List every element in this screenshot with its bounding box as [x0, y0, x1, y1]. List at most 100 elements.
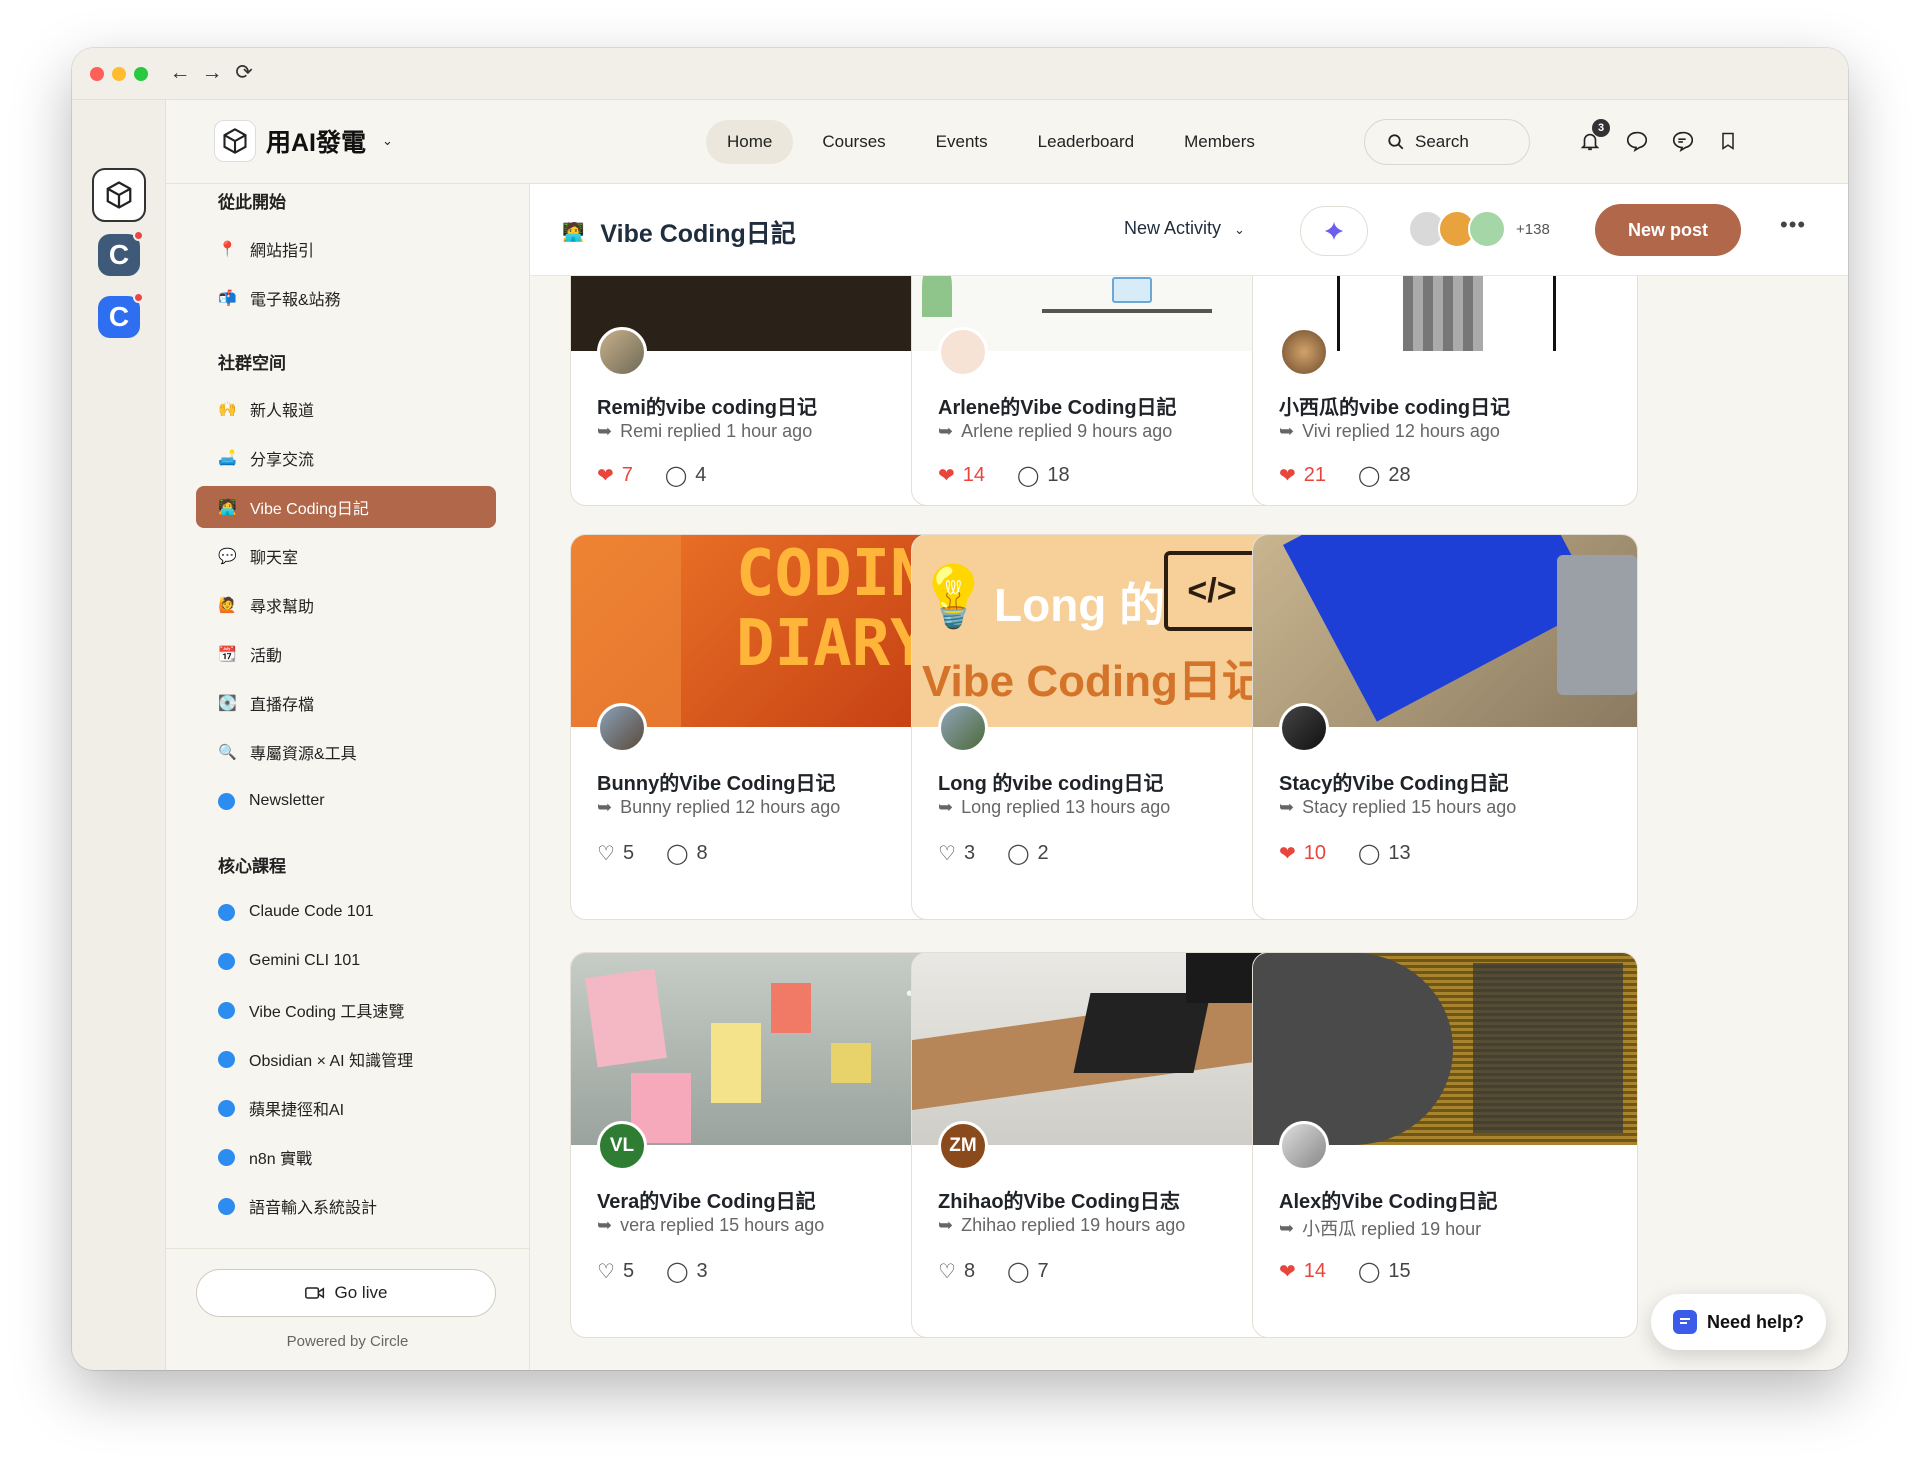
post-card[interactable]: 💡 </> Long 的 Vibe Coding日记 Long 的vibe co… — [911, 534, 1297, 920]
community-switcher-c2[interactable]: C — [92, 290, 146, 344]
sidebar-item-resources[interactable]: 🔍 專屬資源&工具 — [196, 731, 496, 773]
notifications-button[interactable]: 3 — [1576, 119, 1610, 155]
comment-icon[interactable]: ◯ — [1358, 463, 1380, 488]
new-post-button[interactable]: New post — [1595, 204, 1741, 256]
heart-outline-icon[interactable]: ♡ — [597, 1259, 615, 1284]
post-title[interactable]: Alex的Vibe Coding日記 — [1279, 1185, 1498, 1214]
member-avatars[interactable]: +138 — [1408, 210, 1550, 248]
sidebar-item-live-archive[interactable]: 💽 直播存檔 — [196, 682, 496, 724]
sidebar-item-vibe-tools[interactable]: Vibe Coding 工具速覽 — [196, 989, 496, 1031]
sidebar-item-events[interactable]: 📆 活動 — [196, 633, 496, 675]
comment-icon[interactable]: ◯ — [1007, 1259, 1029, 1284]
sidebar-item-gemini-cli[interactable]: Gemini CLI 101 — [196, 940, 496, 982]
heart-outline-icon[interactable]: ♡ — [938, 841, 956, 866]
post-title[interactable]: Zhihao的Vibe Coding日志 — [938, 1185, 1180, 1214]
sidebar-item-shortcuts[interactable]: 蘋果捷徑和AI — [196, 1087, 496, 1129]
nav-leaderboard[interactable]: Leaderboard — [1017, 120, 1155, 164]
sidebar-item-n8n[interactable]: n8n 實戰 — [196, 1136, 496, 1178]
need-help-button[interactable]: Need help? — [1651, 1294, 1826, 1350]
brand-switcher[interactable]: 用AI發電 ⌄ — [214, 120, 393, 162]
post-title[interactable]: Long 的vibe coding日记 — [938, 767, 1164, 796]
sidebar-item-newsletter[interactable]: Newsletter — [196, 780, 496, 822]
post-title[interactable]: Bunny的Vibe Coding日记 — [597, 767, 836, 796]
go-live-button[interactable]: Go live — [196, 1269, 496, 1317]
ai-sparkle-button[interactable] — [1300, 206, 1368, 256]
space-title-text: Vibe Coding日記 — [600, 220, 796, 248]
post-card[interactable]: CODIN DIARY Bunny的Vibe Coding日记 ➥ Bunny re… — [570, 534, 956, 920]
author-avatar[interactable] — [597, 327, 647, 377]
sidebar-item-site-guide[interactable]: 📍 網站指引 — [196, 228, 496, 270]
sort-dropdown[interactable]: New Activity ⌄ — [1124, 218, 1245, 239]
post-card[interactable]: Remi的vibe coding日记 ➥ Remi replied 1 hour … — [570, 276, 956, 506]
comment-icon[interactable]: ◯ — [666, 1259, 688, 1284]
post-card[interactable]: Stacy的Vibe Coding日記 ➥ Stacy replied 15 ho… — [1252, 534, 1638, 920]
author-avatar[interactable]: VL — [597, 1121, 647, 1171]
minimize-window-button[interactable] — [112, 67, 126, 81]
author-avatar[interactable] — [938, 327, 988, 377]
chat-button[interactable] — [1622, 127, 1650, 155]
heart-filled-icon[interactable]: ❤ — [1279, 463, 1296, 488]
comment-icon[interactable]: ◯ — [1358, 1259, 1380, 1284]
post-title[interactable]: Stacy的Vibe Coding日記 — [1279, 767, 1509, 796]
author-avatar[interactable] — [1279, 1121, 1329, 1171]
sidebar-item-claude-code[interactable]: Claude Code 101 — [196, 891, 496, 933]
post-card[interactable]: Alex的Vibe Coding日記 ➥ 小西瓜 replied 19 hour … — [1252, 952, 1638, 1338]
post-card[interactable]: 小西瓜的vibe coding日记 ➥ Vivi replied 12 hours… — [1252, 276, 1638, 506]
sidebar-item-chatroom[interactable]: 💬 聊天室 — [196, 535, 496, 577]
powered-by[interactable]: Powered by Circle — [166, 1333, 529, 1350]
post-card[interactable]: ZM Zhihao的Vibe Coding日志 ➥ Zhihao replied … — [911, 952, 1297, 1338]
comment-icon[interactable]: ◯ — [1358, 841, 1380, 866]
community-switcher-active[interactable] — [92, 168, 146, 222]
post-title[interactable]: Remi的vibe coding日记 — [597, 391, 817, 420]
reload-icon[interactable]: ⟳ — [232, 61, 256, 85]
post-title[interactable]: 小西瓜的vibe coding日记 — [1279, 391, 1510, 420]
author-avatar[interactable] — [938, 703, 988, 753]
sidebar-item-voice-input[interactable]: 語音輸入系統設計 — [196, 1185, 496, 1227]
comment-icon[interactable]: ◯ — [1017, 463, 1039, 488]
messages-button[interactable] — [1668, 127, 1696, 155]
nav-home[interactable]: Home — [706, 120, 794, 164]
post-card[interactable]: ••• VL Vera的Vibe Coding日記 ➥ vera replied … — [570, 952, 956, 1338]
nav-members[interactable]: Members — [1163, 120, 1276, 164]
search-button[interactable]: Search — [1364, 119, 1530, 165]
comment-icon[interactable]: ◯ — [1007, 841, 1029, 866]
comment-icon[interactable]: ◯ — [666, 841, 688, 866]
chevron-down-icon: ⌄ — [1234, 222, 1245, 237]
back-arrow-icon[interactable]: ← — [168, 61, 192, 85]
sidebar-item-help[interactable]: 🙋 尋求幫助 — [196, 584, 496, 626]
author-avatar[interactable] — [1279, 327, 1329, 377]
comment-count: 15 — [1388, 1260, 1411, 1282]
pixel-art-illustration — [1403, 276, 1483, 351]
more-options-icon[interactable]: ••• — [1780, 212, 1806, 238]
close-window-button[interactable] — [90, 67, 104, 81]
reply-text: 小西瓜 replied 19 hour — [1302, 1219, 1482, 1239]
nav-courses[interactable]: Courses — [801, 120, 906, 164]
sidebar-item-newsletter-ops[interactable]: 📬 電子報&站務 — [196, 277, 496, 319]
heart-filled-icon[interactable]: ❤ — [1279, 1259, 1296, 1284]
sidebar-item-share[interactable]: 🛋️ 分享交流 — [196, 437, 496, 479]
author-avatar[interactable]: ZM — [938, 1121, 988, 1171]
bunny-illustration — [571, 535, 681, 727]
community-switcher-c1[interactable]: C — [92, 228, 146, 282]
post-title[interactable]: Arlene的Vibe Coding日記 — [938, 391, 1177, 420]
heart-filled-icon[interactable]: ❤ — [597, 463, 614, 488]
post-card[interactable]: Arlene的Vibe Coding日記 ➥ Arlene replied 9 h… — [911, 276, 1297, 506]
circle-c-icon: C — [98, 292, 144, 338]
author-avatar[interactable] — [1279, 703, 1329, 753]
reply-text: Stacy replied 15 hours ago — [1302, 797, 1517, 817]
sidebar-item-vibe-coding[interactable]: 🧑‍💻 Vibe Coding日記 — [196, 486, 496, 528]
nav-events[interactable]: Events — [915, 120, 1009, 164]
zoom-window-button[interactable] — [134, 67, 148, 81]
author-avatar[interactable] — [597, 703, 647, 753]
brand-name: 用AI發電 — [266, 129, 367, 157]
sidebar-item-obsidian[interactable]: Obsidian × AI 知識管理 — [196, 1038, 496, 1080]
comment-icon[interactable]: ◯ — [665, 463, 687, 488]
bookmarks-button[interactable] — [1714, 127, 1742, 155]
heart-filled-icon[interactable]: ❤ — [938, 463, 955, 488]
sidebar-item-intros[interactable]: 🙌 新人報道 — [196, 388, 496, 430]
post-title[interactable]: Vera的Vibe Coding日記 — [597, 1185, 816, 1214]
heart-outline-icon[interactable]: ♡ — [597, 841, 615, 866]
forward-arrow-icon[interactable]: → — [200, 61, 224, 85]
heart-outline-icon[interactable]: ♡ — [938, 1259, 956, 1284]
heart-filled-icon[interactable]: ❤ — [1279, 841, 1296, 866]
